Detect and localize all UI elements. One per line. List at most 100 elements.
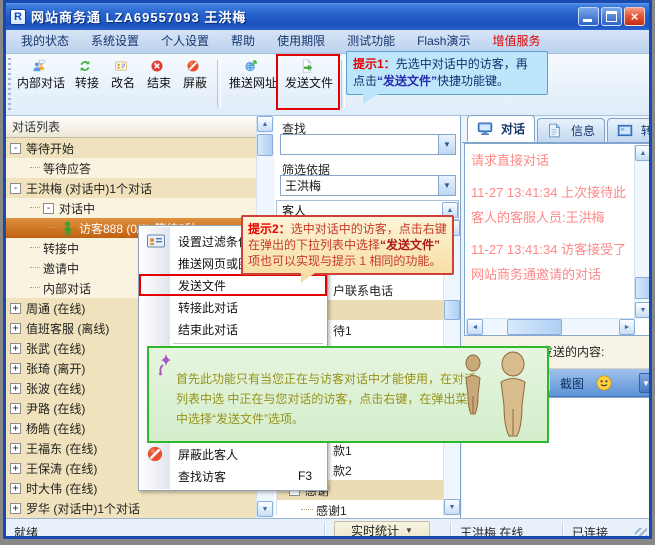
scrollbar-thumb[interactable]	[257, 134, 273, 156]
expander-icon[interactable]: -	[43, 203, 54, 214]
tip1-balloon: 提示1：先选中对话中的访客，再 点击“发送文件”快捷功能键。	[346, 51, 548, 95]
scroll-down-icon[interactable]: ▼	[257, 501, 273, 517]
realtime-stats-button[interactable]: 实时统计 ▼	[334, 521, 430, 539]
expander-icon[interactable]: +	[10, 483, 21, 494]
send-file-highlight-box	[276, 54, 340, 110]
list-item[interactable]: 感谢1	[277, 500, 443, 516]
idea-icon	[155, 352, 177, 381]
menu-item[interactable]: 系统设置	[80, 30, 150, 53]
expander-icon[interactable]: +	[10, 443, 21, 454]
context-menu-item[interactable]: 转接此对话	[140, 296, 326, 318]
scroll-down-icon[interactable]: ▼	[635, 302, 651, 318]
internal-chat-icon	[32, 58, 46, 73]
menu-item[interactable]: 帮助	[220, 30, 266, 53]
toolbar-button[interactable]: 转接	[70, 56, 104, 93]
expander-icon[interactable]: +	[10, 463, 21, 474]
info-tab-icon	[547, 123, 563, 138]
chat-tab[interactable]: 对话	[467, 115, 535, 142]
filter-value: 王洪梅	[285, 177, 321, 194]
editor-dropdown-icon[interactable]: ▼	[639, 373, 652, 393]
end-chat-icon	[150, 58, 164, 73]
menu-item[interactable]: 个人设置	[150, 30, 220, 53]
expander-icon[interactable]: +	[10, 343, 21, 354]
scrollbar-thumb[interactable]	[444, 300, 460, 320]
scroll-left-icon[interactable]: ◄	[467, 319, 483, 335]
context-menu-item[interactable]: 屏蔽此客人	[140, 443, 326, 465]
tip2-balloon: 提示2：选中对话中的访客，点击右键 在弹出的下拉列表中选择“发送文件” 项也可以…	[241, 215, 454, 275]
chat-log: 请求直接对话11-27 13:41:34 上次接待此客人的客服人员:王洪梅11-…	[464, 143, 652, 336]
smiley-icon[interactable]	[595, 374, 613, 392]
chat-tab[interactable]: 信息	[537, 118, 605, 142]
tree-item[interactable]: + 罗华 (对话中)1个对话	[6, 498, 256, 518]
chat-tab-icon	[477, 121, 493, 136]
chat-tab[interactable]: 转	[607, 118, 652, 142]
expander-icon[interactable]: -	[10, 183, 21, 194]
chat-message: 请求直接对话	[471, 148, 630, 173]
expander-icon[interactable]: +	[10, 303, 21, 314]
toolbar-button[interactable]: 屏蔽	[178, 56, 212, 93]
toolbar-button[interactable]	[341, 60, 345, 108]
expander-icon[interactable]: +	[10, 403, 21, 414]
expander-icon[interactable]: +	[10, 383, 21, 394]
chevron-down-icon[interactable]: ▼	[438, 135, 455, 154]
push-url-icon	[244, 58, 258, 73]
scrollbar-thumb[interactable]	[507, 319, 562, 335]
close-button[interactable]: ×	[624, 7, 645, 26]
tree-item[interactable]: 等待应答	[6, 158, 256, 178]
block-icon	[186, 58, 200, 73]
chat-tabs: 对话 信息 转 ◄ ►	[462, 116, 652, 143]
chat-message: 11-27 13:41:34 访客接受了网站商务通邀请的对话	[471, 237, 630, 287]
menu-item[interactable]: 使用期限	[266, 30, 336, 53]
expander-icon[interactable]: +	[10, 323, 21, 334]
status-user: 王洪梅 在线	[460, 524, 523, 539]
context-menu-item[interactable]: 发送文件	[139, 274, 327, 296]
expander-icon[interactable]: +	[10, 423, 21, 434]
menu-item[interactable]: 我的状态	[10, 30, 80, 53]
chat-messages: 请求直接对话11-27 13:41:34 上次接待此客人的客服人员:王洪梅11-…	[471, 148, 630, 315]
tree-item[interactable]: - 对话中	[6, 198, 256, 218]
mannequin-figures-icon	[456, 351, 541, 447]
expander-icon[interactable]: +	[10, 503, 21, 514]
scroll-down-icon[interactable]: ▼	[444, 499, 460, 515]
scrollbar-thumb[interactable]	[635, 277, 651, 299]
context-menu-item[interactable]: 结束此对话	[140, 318, 326, 340]
toolbar-button[interactable]: 推送网址	[226, 56, 280, 93]
toolbar-button[interactable]: 内部对话	[14, 56, 68, 93]
search-combobox[interactable]: ▼	[280, 134, 456, 155]
record-tab-icon	[617, 123, 633, 138]
menu-item[interactable]: 增值服务	[481, 30, 551, 53]
scroll-right-icon[interactable]: ►	[619, 319, 635, 335]
menu-item[interactable]: 测试功能	[336, 30, 406, 53]
toolbar-button[interactable]: 改名	[106, 56, 140, 93]
minimize-button[interactable]	[578, 7, 599, 26]
screenshot-button[interactable]: 截图	[556, 373, 588, 393]
resize-grip[interactable]	[635, 528, 647, 539]
chat-hscrollbar[interactable]: ◄ ►	[466, 318, 635, 334]
scroll-up-icon[interactable]: ▲	[257, 116, 273, 132]
status-bar: 就绪 实时统计 ▼ 王洪梅 在线 已连接	[6, 518, 649, 539]
balloon-tail	[363, 94, 379, 104]
filter-combobox[interactable]: 王洪梅 ▼	[280, 175, 456, 196]
tree-item[interactable]: - 王洪梅 (对话中)1个对话	[6, 178, 256, 198]
toolbar-button[interactable]	[217, 60, 221, 108]
chevron-down-icon[interactable]: ▼	[438, 176, 455, 195]
help-tip-text: 首先此功能只有当您正在与访客对话中才能使用，在对话 列表中选 中正在与您对话的访…	[176, 369, 479, 429]
status-connection: 已连接	[572, 524, 608, 539]
expander-icon[interactable]: -	[10, 143, 21, 154]
app-window: R 网站商务通 LZA69557093 王洪梅 × 我的状态系统设置个人设置帮助…	[3, 0, 652, 539]
maximize-button[interactable]	[601, 7, 622, 26]
scroll-up-icon[interactable]: ▲	[635, 145, 651, 161]
rename-icon	[114, 58, 128, 73]
chat-vscrollbar[interactable]: ▲ ▼	[634, 145, 651, 319]
tree-item[interactable]: - 等待开始	[6, 138, 256, 158]
context-menu-item[interactable]: 查找访客 F3	[140, 465, 326, 487]
window-title: 网站商务通 LZA69557093 王洪梅	[31, 7, 246, 26]
chevron-down-icon: ▼	[405, 526, 413, 535]
toolbar-button[interactable]: 结束	[142, 56, 176, 93]
balloon-tail	[301, 273, 315, 283]
visitor-icon	[61, 221, 75, 236]
block-guest-icon	[146, 445, 166, 463]
filter-settings-icon	[146, 232, 166, 250]
expander-icon[interactable]: +	[10, 363, 21, 374]
menu-item[interactable]: Flash演示	[406, 30, 481, 53]
